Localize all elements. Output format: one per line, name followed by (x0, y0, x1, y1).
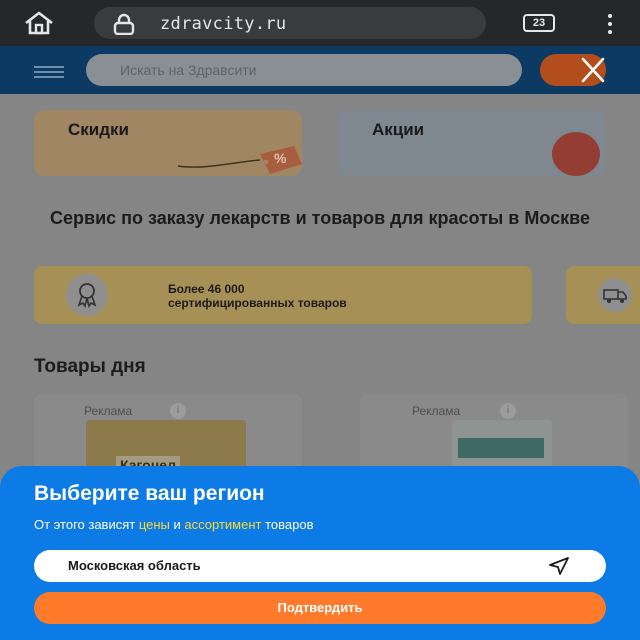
navigation-arrow-icon[interactable] (548, 556, 570, 576)
search-input[interactable]: Искать на Здравсити (86, 54, 522, 86)
region-sheet-title: Выберите ваш регион (34, 482, 265, 505)
page-headline: Сервис по заказу лекарств и товаров для … (50, 208, 590, 228)
subtitle-prices-link[interactable]: цены (139, 517, 170, 532)
balloon-icon (544, 130, 606, 176)
subtitle-assortment-link[interactable]: ассортимент (184, 517, 261, 532)
info-icon[interactable]: i (170, 403, 186, 419)
confirm-button[interactable]: Подтвердить (34, 592, 606, 624)
site-header: Искать на Здравсити (0, 46, 640, 94)
product-package-band (458, 438, 544, 458)
subtitle-suffix: товаров (261, 517, 314, 532)
feature-certified-card: Более 46 000 сертифицированных товаров (34, 266, 532, 324)
lock-icon (112, 13, 136, 36)
kebab-menu-icon[interactable] (600, 12, 620, 36)
promo-discounts-card[interactable]: Скидки % (34, 110, 302, 176)
region-sheet-subtitle: От этого зависят цены и ассортимент това… (34, 517, 313, 532)
hamburger-menu-icon[interactable] (34, 66, 64, 78)
feature-delivery-card (566, 266, 640, 324)
address-bar[interactable]: zdravcity.ru (94, 7, 486, 39)
tabs-count-button[interactable]: 23 (523, 14, 555, 32)
close-icon[interactable] (578, 56, 608, 84)
percent-tag-text: % (274, 150, 287, 166)
feature-line-1: Более 46 000 (168, 282, 245, 296)
region-value: Московская область (68, 558, 201, 573)
info-icon[interactable]: i (500, 403, 516, 419)
certificate-badge-icon (66, 274, 108, 316)
home-icon[interactable] (22, 10, 56, 36)
region-bottom-sheet: Выберите ваш регион От этого зависят цен… (0, 466, 640, 640)
products-of-the-day-title: Товары дня (34, 356, 146, 377)
promo-actions-title: Акции (372, 120, 425, 139)
delivery-truck-icon (598, 278, 632, 312)
promo-actions-card[interactable]: Акции (338, 110, 606, 176)
region-select-field[interactable]: Московская область (34, 550, 606, 582)
price-tag-icon: % (174, 144, 302, 176)
subtitle-prefix: От этого зависят (34, 517, 139, 532)
feature-text: Более 46 000 сертифицированных товаров (168, 282, 347, 310)
feature-line-2: сертифицированных товаров (168, 296, 347, 310)
subtitle-and: и (169, 517, 185, 532)
url-text: zdravcity.ru (160, 14, 287, 34)
ad-label: Реклама (84, 404, 133, 418)
ad-label: Реклама (412, 404, 461, 418)
promo-discounts-title: Скидки (68, 120, 129, 139)
search-placeholder: Искать на Здравсити (120, 62, 257, 78)
browser-toolbar: zdravcity.ru 23 (0, 0, 640, 46)
